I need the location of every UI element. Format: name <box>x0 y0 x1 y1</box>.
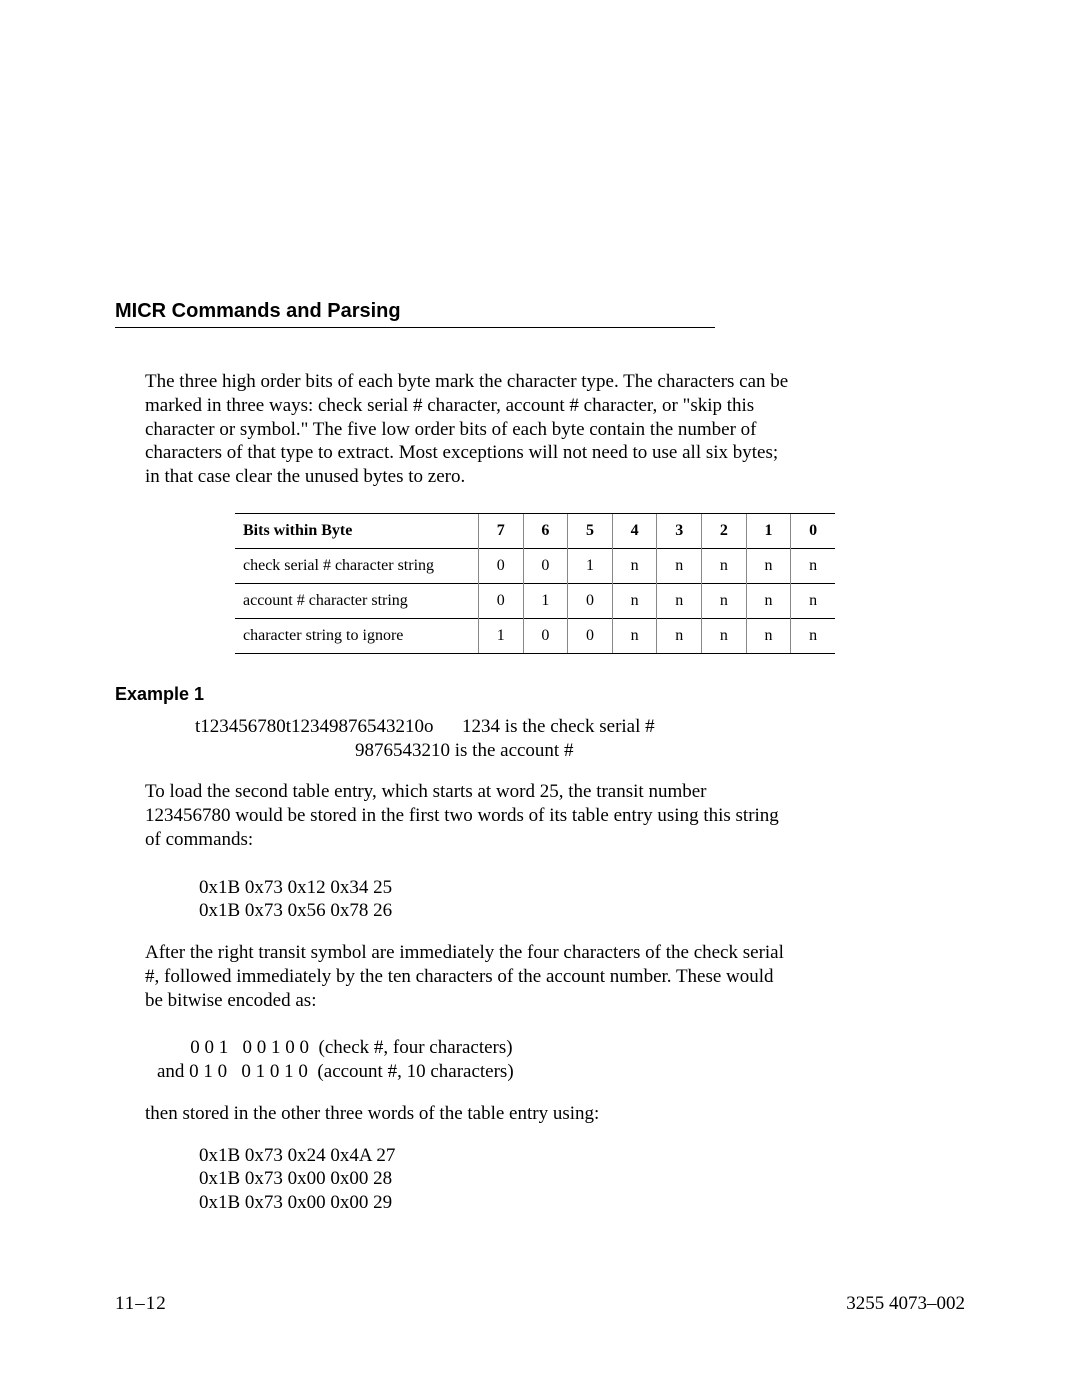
bit-col-0: 0 <box>791 513 835 548</box>
example-line2: 9876543210 is the account # <box>355 739 795 763</box>
cell: 0 <box>568 583 613 618</box>
example-body: t123456780t12349876543210o 1234 is the c… <box>145 715 795 1215</box>
cell: n <box>746 583 791 618</box>
bit-col-2: 2 <box>702 513 747 548</box>
cell: n <box>702 583 747 618</box>
cell: 0 <box>523 618 568 653</box>
example-para1: To load the second table entry, which st… <box>145 780 795 851</box>
page: MICR Commands and Parsing The three high… <box>0 0 1080 1397</box>
example-para3: then stored in the other three words of … <box>145 1102 795 1126</box>
bitwise-block: 0 0 1 0 0 1 0 0 (check #, four character… <box>157 1036 795 1084</box>
cell: n <box>746 548 791 583</box>
bits-table: Bits within Byte 7 6 5 4 3 2 1 0 check s… <box>235 513 835 654</box>
cmd-block-1: 0x1B 0x73 0x12 0x34 25 0x1B 0x73 0x56 0x… <box>199 876 795 924</box>
cell: 1 <box>478 618 523 653</box>
row-label: check serial # character string <box>235 548 478 583</box>
cell: n <box>702 618 747 653</box>
cell: n <box>657 548 702 583</box>
table-header-row: Bits within Byte 7 6 5 4 3 2 1 0 <box>235 513 835 548</box>
row-label: account # character string <box>235 583 478 618</box>
bit-col-1: 1 <box>746 513 791 548</box>
bit-col-5: 5 <box>568 513 613 548</box>
footer: 11–12 3255 4073–002 <box>115 1293 965 1315</box>
table-row: account # character string 0 1 0 n n n n… <box>235 583 835 618</box>
table-row: check serial # character string 0 0 1 n … <box>235 548 835 583</box>
cell: n <box>791 583 835 618</box>
section-title: MICR Commands and Parsing <box>115 300 715 328</box>
cell: n <box>612 583 657 618</box>
example-line1: t123456780t12349876543210o 1234 is the c… <box>195 715 795 739</box>
example-title: Example 1 <box>115 684 965 705</box>
intro-paragraph: The three high order bits of each byte m… <box>145 370 795 489</box>
cell: 0 <box>478 583 523 618</box>
example-para2: After the right transit symbol are immed… <box>145 941 795 1012</box>
cmd-block-2: 0x1B 0x73 0x24 0x4A 27 0x1B 0x73 0x00 0x… <box>199 1144 795 1215</box>
table-header-label: Bits within Byte <box>235 513 478 548</box>
cell: 0 <box>568 618 613 653</box>
bit-col-3: 3 <box>657 513 702 548</box>
cell: n <box>746 618 791 653</box>
cell: n <box>657 583 702 618</box>
cell: n <box>612 548 657 583</box>
cell: n <box>791 618 835 653</box>
cell: n <box>791 548 835 583</box>
cell: n <box>702 548 747 583</box>
bit-col-6: 6 <box>523 513 568 548</box>
cell: 1 <box>523 583 568 618</box>
body-block: The three high order bits of each byte m… <box>145 370 795 489</box>
bit-col-4: 4 <box>612 513 657 548</box>
page-number: 11–12 <box>115 1293 167 1315</box>
cell: 0 <box>478 548 523 583</box>
cell: 0 <box>523 548 568 583</box>
cell: n <box>657 618 702 653</box>
doc-id: 3255 4073–002 <box>846 1293 965 1315</box>
cell: n <box>612 618 657 653</box>
row-label: character string to ignore <box>235 618 478 653</box>
table-row: character string to ignore 1 0 0 n n n n… <box>235 618 835 653</box>
bit-col-7: 7 <box>478 513 523 548</box>
cell: 1 <box>568 548 613 583</box>
